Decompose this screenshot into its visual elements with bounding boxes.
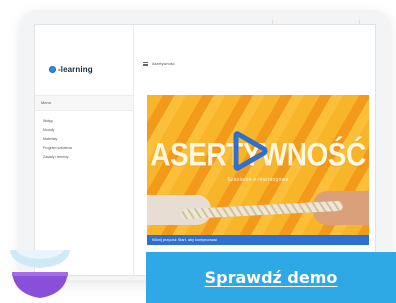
content-header: Asertywność [143,61,175,66]
page: -learning Menu Wstęp Moduły Materiały Pr… [0,0,396,303]
sidebar-item-1[interactable]: Wstęp [43,117,72,126]
menu-icon[interactable] [143,61,148,66]
play-icon[interactable] [226,129,270,173]
sidebar-item-4[interactable]: Program szkolenia [43,144,72,153]
app-logo[interactable]: -learning [49,65,93,74]
logo-icon [49,66,56,73]
sidebar: -learning Menu Wstęp Moduły Materiały Pr… [35,25,134,275]
content-header-title: Asertywność [152,61,175,66]
decorative-bowls-image [10,250,70,298]
video-player[interactable]: ASERTYWNOŚĆ Szkolenie e-learningowe Klik… [147,95,369,245]
sidebar-item-5[interactable]: Zasady i terminy [43,153,72,162]
video-caption: Kliknij przycisk Start, aby kontynuować [147,235,369,245]
sidebar-item-2[interactable]: Moduły [43,126,72,135]
demo-button[interactable]: Sprawdź demo [146,252,396,303]
tablet-frame: -learning Menu Wstęp Moduły Materiały Pr… [20,10,390,280]
video-subtitle: Szkolenie e-learningowe [227,177,289,183]
lms-screen: -learning Menu Wstęp Moduły Materiały Pr… [34,24,376,276]
sidebar-section-title: Menu [35,95,133,111]
sidebar-item-3[interactable]: Materiały [43,135,72,144]
logo-text: -learning [58,65,93,74]
sidebar-list: Wstęp Moduły Materiały Program szkolenia… [43,117,72,162]
